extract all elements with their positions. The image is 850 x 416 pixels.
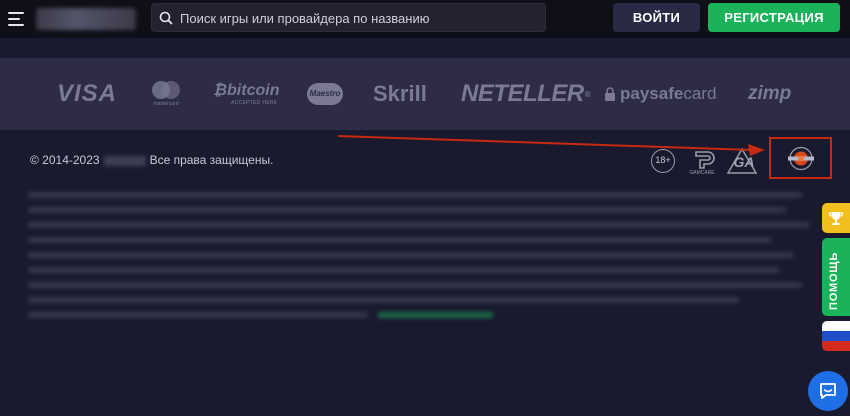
paysafecard-logo: paysafe card — [604, 58, 716, 130]
help-tab[interactable]: ПОМОЩЬ — [822, 238, 850, 316]
bitcoin-logo: ₿bitcoin ACCEPTED HERE — [213, 58, 279, 130]
license-seal-icon[interactable] — [785, 145, 817, 172]
trophy-tab[interactable] — [822, 203, 850, 233]
maestro-label: Maestro — [307, 83, 343, 105]
zimpler-logo: zimp — [748, 83, 792, 104]
lock-icon — [605, 87, 615, 101]
login-button[interactable]: ВОЙТИ — [613, 3, 700, 32]
svg-text:GA: GA — [734, 154, 755, 170]
russia-flag-icon[interactable] — [822, 321, 850, 351]
top-header: ВОЙТИ РЕГИСТРАЦИЯ — [0, 0, 850, 38]
hamburger-icon[interactable] — [8, 12, 24, 26]
maestro-logo: Maestro — [307, 58, 343, 130]
payment-methods-band: VISA mastercard ₿bitcoin ACCEPTED HERE M… — [0, 58, 850, 130]
mastercard-circles-icon — [152, 81, 180, 99]
search-box[interactable] — [151, 3, 546, 32]
mastercard-label: mastercard — [153, 101, 179, 107]
blurred-legal-link[interactable] — [378, 312, 493, 318]
search-input[interactable] — [180, 8, 540, 28]
age-restriction-badge[interactable]: 18+ — [651, 149, 675, 173]
visa-logo: VISA — [57, 80, 118, 107]
blurred-brand-name — [103, 155, 146, 166]
trophy-icon — [828, 212, 844, 225]
copyright-rights: Все права защищены. — [149, 153, 274, 167]
mastercard-logo: mastercard — [152, 58, 180, 130]
chat-icon — [820, 383, 836, 399]
copyright-years: © 2014-2023 — [30, 153, 100, 167]
gambling-anonymous-icon[interactable]: GA — [726, 147, 762, 175]
site-logo[interactable] — [36, 8, 136, 30]
copyright-text: © 2014-2023 Все права защищены. — [30, 153, 273, 167]
blurred-legal-text — [28, 192, 818, 342]
skrill-logo: Skrill — [373, 81, 427, 106]
register-button[interactable]: РЕГИСТРАЦИЯ — [708, 3, 840, 32]
bitcoin-label: ₿bitcoin — [213, 82, 280, 99]
search-icon — [159, 11, 173, 25]
chat-button[interactable] — [808, 371, 848, 411]
bitcoin-sublabel: ACCEPTED HERE — [231, 100, 278, 106]
license-highlight-box — [769, 137, 832, 179]
svg-text:GAMCARE: GAMCARE — [689, 170, 715, 176]
gamcare-icon[interactable]: GAMCARE — [688, 148, 716, 176]
neteller-logo: NETELLER ® — [461, 80, 591, 107]
help-tab-label: ПОМОЩЬ — [828, 251, 840, 310]
